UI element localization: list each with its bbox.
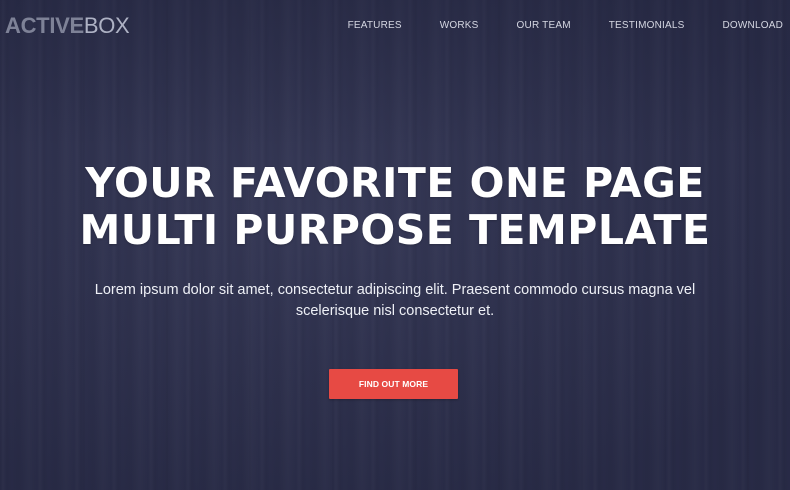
hero-subtitle: Lorem ipsum dolor sit amet, consectetur … bbox=[94, 282, 696, 319]
nav-item-our-team[interactable]: OUR TEAM bbox=[517, 19, 571, 32]
hero-title-line-1: YOUR FAVORITE ONE PAGE bbox=[85, 159, 705, 207]
logo-text-strong: ACTIVE bbox=[5, 13, 84, 38]
navbar: ACTIVEBOX FEATURES WORKS OUR TEAM TESTIM… bbox=[0, 0, 790, 52]
site-logo[interactable]: ACTIVEBOX bbox=[5, 13, 130, 39]
nav-item-works[interactable]: WORKS bbox=[440, 19, 479, 32]
nav-item-testimonials[interactable]: TESTIMONIALS bbox=[609, 19, 685, 32]
nav-menu: FEATURES WORKS OUR TEAM TESTIMONIALS DOW… bbox=[348, 19, 783, 32]
find-out-more-button[interactable]: FIND OUT MORE bbox=[329, 369, 458, 399]
logo-text-light: BOX bbox=[83, 13, 130, 38]
hero-title-line-2: MULTI PURPOSE TEMPLATE bbox=[79, 206, 711, 254]
nav-item-features[interactable]: FEATURES bbox=[348, 19, 402, 32]
nav-item-download[interactable]: DOWNLOAD bbox=[723, 19, 784, 32]
hero-title: YOUR FAVORITE ONE PAGE MULTI PURPOSE TEM… bbox=[0, 160, 790, 254]
